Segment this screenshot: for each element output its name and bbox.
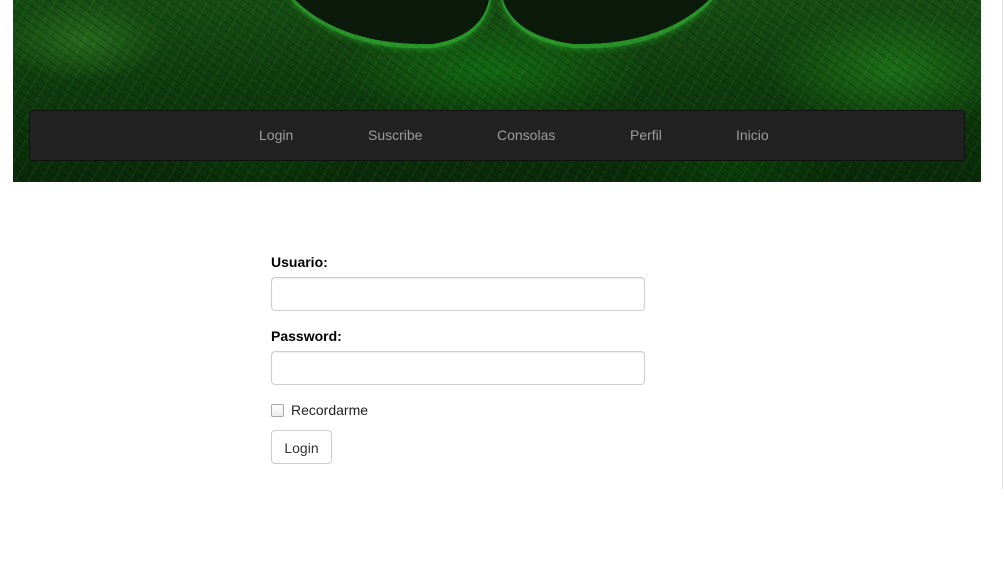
page: Login Suscribe Consolas Perfil Inicio Us… <box>0 0 1004 568</box>
nav-item-perfil[interactable]: Perfil <box>630 111 662 160</box>
page-right-border <box>1002 0 1003 490</box>
nav-item-login[interactable]: Login <box>259 111 293 160</box>
username-input[interactable] <box>271 277 645 311</box>
header-banner: Login Suscribe Consolas Perfil Inicio <box>13 0 981 182</box>
login-button[interactable]: Login <box>271 430 332 464</box>
main-navbar: Login Suscribe Consolas Perfil Inicio <box>29 110 965 161</box>
password-input[interactable] <box>271 351 645 385</box>
password-label: Password: <box>271 328 342 344</box>
nav-item-suscribe[interactable]: Suscribe <box>368 111 422 160</box>
remember-label[interactable]: Recordarme <box>291 402 368 418</box>
mustache-logo <box>291 0 713 49</box>
username-label: Usuario: <box>271 254 328 270</box>
remember-checkbox[interactable] <box>271 404 284 417</box>
nav-item-inicio[interactable]: Inicio <box>736 111 769 160</box>
nav-item-consolas[interactable]: Consolas <box>497 111 555 160</box>
